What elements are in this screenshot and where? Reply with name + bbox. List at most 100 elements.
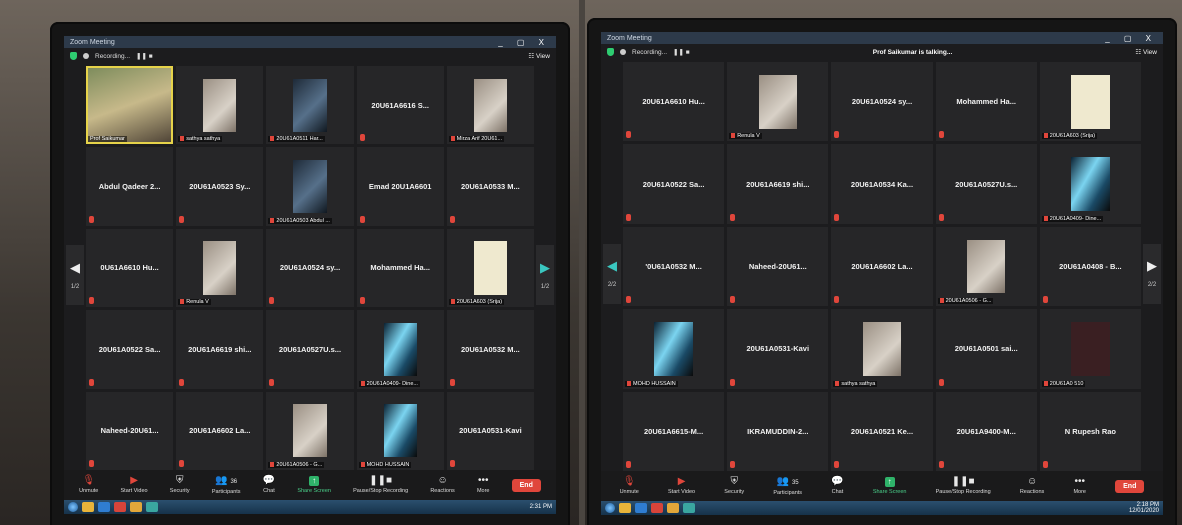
participant-tile[interactable]: 20U61A0531-Kavi — [727, 309, 829, 389]
chat-button[interactable]: 💬 Chat — [831, 477, 843, 496]
participant-tile[interactable]: 20U61A9400-M... — [935, 391, 1037, 471]
participant-tile[interactable]: Mohammed Ha... — [356, 228, 444, 308]
participant-name: 20U61A0408 - B... — [1059, 261, 1122, 271]
next-page-button[interactable]: ▶ 1/2 — [536, 245, 554, 305]
participant-tile[interactable]: 20U61A6610 Hu... — [623, 62, 725, 142]
participant-tile[interactable]: Abdul Qadeer 2... — [86, 147, 174, 226]
participant-tile[interactable]: sathya sathya — [176, 66, 264, 145]
zoom-taskbar-icon[interactable] — [683, 503, 695, 513]
participant-tile[interactable]: 20U61A6602 La... — [176, 391, 264, 470]
participant-tile[interactable]: 20U61A0522 Sa... — [86, 310, 174, 389]
unmute-button[interactable]: 🎙 Unmute — [79, 476, 98, 495]
window-controls[interactable]: _ ▢ X — [498, 38, 550, 47]
participant-tile[interactable]: Mirza Arif 20U61... — [446, 66, 534, 145]
share-screen-button[interactable]: ↑ Share Screen — [297, 476, 331, 494]
participant-tile[interactable]: 20U61A0522 Sa... — [623, 144, 725, 224]
app-icon[interactable] — [114, 502, 126, 512]
participant-tile[interactable]: MOHD HUSSAIN — [356, 391, 444, 470]
participant-tile[interactable]: 20U61A0503 Abdul ... — [266, 147, 354, 226]
more-button[interactable]: ••• More — [1073, 476, 1086, 496]
security-shield-icon[interactable] — [607, 48, 614, 56]
participant-tile[interactable]: MOHD HUSSAIN — [623, 309, 725, 389]
participant-tile[interactable]: 20U61A603 (Srija) — [446, 228, 534, 308]
participant-tile[interactable]: 20U61A603 (Srija) — [1039, 62, 1141, 142]
participant-tile[interactable]: 20U61A6619 shi... — [176, 310, 264, 389]
participant-name: 20U61A6610 Hu... — [642, 97, 705, 107]
participant-tile[interactable]: Naheed-20U61... — [727, 226, 829, 307]
app-icon[interactable] — [651, 503, 663, 513]
participant-tile[interactable]: sathya sathya — [831, 309, 933, 389]
participant-tile[interactable]: 20U61A0527U.s... — [935, 144, 1037, 224]
view-button[interactable]: ☷ View — [1135, 48, 1157, 56]
participant-tile[interactable]: 20U61A0531-Kavi — [446, 391, 534, 470]
participants-button[interactable]: 👥 35 Participants — [773, 476, 802, 496]
participant-tile[interactable]: 20U61A0533 M... — [446, 147, 534, 226]
participant-tile[interactable]: 20U61A0 510 — [1039, 309, 1141, 389]
ie-icon[interactable] — [98, 502, 110, 512]
participant-tile[interactable]: 20U61A6602 La... — [831, 226, 933, 307]
pause-recording-button[interactable]: ❚❚■ Pause/Stop Recording — [936, 477, 991, 496]
participant-tile[interactable]: Prof Saikumar — [86, 66, 174, 145]
window-controls[interactable]: _ ▢ X — [1105, 34, 1157, 43]
participant-tile[interactable]: 20U61A6615-M... — [623, 391, 725, 471]
participant-tile[interactable]: 20U61A0534 Ka... — [831, 144, 933, 224]
chat-button[interactable]: 💬 Chat — [263, 476, 275, 495]
chrome-icon[interactable] — [130, 502, 142, 512]
participants-button[interactable]: 👥 36 Participants — [212, 475, 241, 495]
end-meeting-button[interactable]: End — [511, 478, 541, 492]
participant-tile[interactable]: 0U61A6610 Hu... — [86, 228, 174, 308]
participant-tile[interactable]: 20U61A6619 shi... — [727, 144, 829, 224]
mic-muted-icon — [180, 136, 185, 142]
share-screen-button[interactable]: ↑ Share Screen — [873, 477, 906, 495]
view-button[interactable]: ☷ View — [528, 52, 550, 60]
security-button[interactable]: ⛨ Security — [170, 476, 190, 495]
participant-label: 20U61A0409- Dine... — [358, 380, 420, 387]
security-shield-icon[interactable] — [70, 52, 77, 60]
participant-tile[interactable]: 20U61A0506 - G... — [935, 226, 1037, 307]
file-explorer-icon[interactable] — [619, 503, 631, 513]
participant-tile[interactable]: '0U61A0532 M... — [623, 226, 725, 307]
start-video-button[interactable]: ▶ Start Video — [668, 477, 695, 496]
pause-recording-button[interactable]: ❚❚■ Pause/Stop Recording — [353, 476, 408, 495]
participant-tile[interactable]: IKRAMUDDIN-2... — [727, 391, 829, 471]
participant-tile[interactable]: N Rupesh Rao — [1039, 391, 1141, 471]
participant-tile[interactable]: 20U61A0409- Dine... — [356, 310, 444, 389]
participant-tile[interactable]: 20U61A0501 sai... — [935, 309, 1037, 389]
pause-recording-icon[interactable]: ❚❚ ■ — [673, 48, 690, 56]
reactions-button[interactable]: ☺ Reactions — [430, 476, 454, 495]
next-page-button[interactable]: ▶ 2/2 — [1143, 243, 1161, 304]
participant-tile[interactable]: 20U61A0506 - G... — [266, 391, 354, 470]
participant-tile[interactable]: 20U61A6616 S... — [356, 66, 444, 145]
prev-page-button[interactable]: ◀ 2/2 — [603, 243, 621, 304]
start-button[interactable] — [68, 502, 78, 512]
participant-tile[interactable]: Naheed-20U61... — [86, 391, 174, 470]
file-explorer-icon[interactable] — [82, 502, 94, 512]
start-button[interactable] — [605, 503, 615, 513]
participant-tile[interactable]: Renula V — [727, 62, 829, 142]
participant-tile[interactable]: 20U61A0524 sy... — [266, 228, 354, 308]
participant-tile[interactable]: 20U61A0408 - B... — [1039, 226, 1141, 307]
more-icon: ••• — [1074, 476, 1085, 487]
end-meeting-button[interactable]: End — [1115, 479, 1145, 493]
participant-tile[interactable]: 20U61A0521 Ke... — [831, 391, 933, 471]
start-video-button[interactable]: ▶ Start Video — [121, 476, 148, 495]
unmute-button[interactable]: 🎙 Unmute — [620, 477, 639, 496]
ie-icon[interactable] — [635, 503, 647, 513]
reactions-button[interactable]: ☺ Reactions — [1020, 477, 1044, 496]
participant-tile[interactable]: Emad 20U1A6601 — [356, 147, 444, 226]
participant-tile[interactable]: 20U61A0511 Har... — [266, 66, 354, 145]
participant-tile[interactable]: 20U61A0523 Sy... — [176, 147, 264, 226]
participant-tile[interactable]: Mohammed Ha... — [935, 62, 1037, 142]
participant-tile[interactable]: 20U61A0532 M... — [446, 310, 534, 389]
participant-tile[interactable]: 20U61A0527U.s... — [266, 310, 354, 389]
prev-page-button[interactable]: ◀ 1/2 — [66, 245, 84, 305]
more-button[interactable]: ••• More — [477, 476, 490, 495]
zoom-taskbar-icon[interactable] — [146, 502, 158, 512]
participant-tile[interactable]: 20U61A0409- Dine... — [1039, 144, 1141, 224]
chrome-icon[interactable] — [667, 503, 679, 513]
pause-recording-icon[interactable]: ❚❚ ■ — [136, 52, 153, 60]
mic-muted-icon — [1043, 215, 1048, 221]
participant-tile[interactable]: 20U61A0524 sy... — [831, 62, 933, 142]
participant-tile[interactable]: Renula V — [176, 228, 264, 308]
security-button[interactable]: ⛨ Security — [724, 477, 744, 496]
